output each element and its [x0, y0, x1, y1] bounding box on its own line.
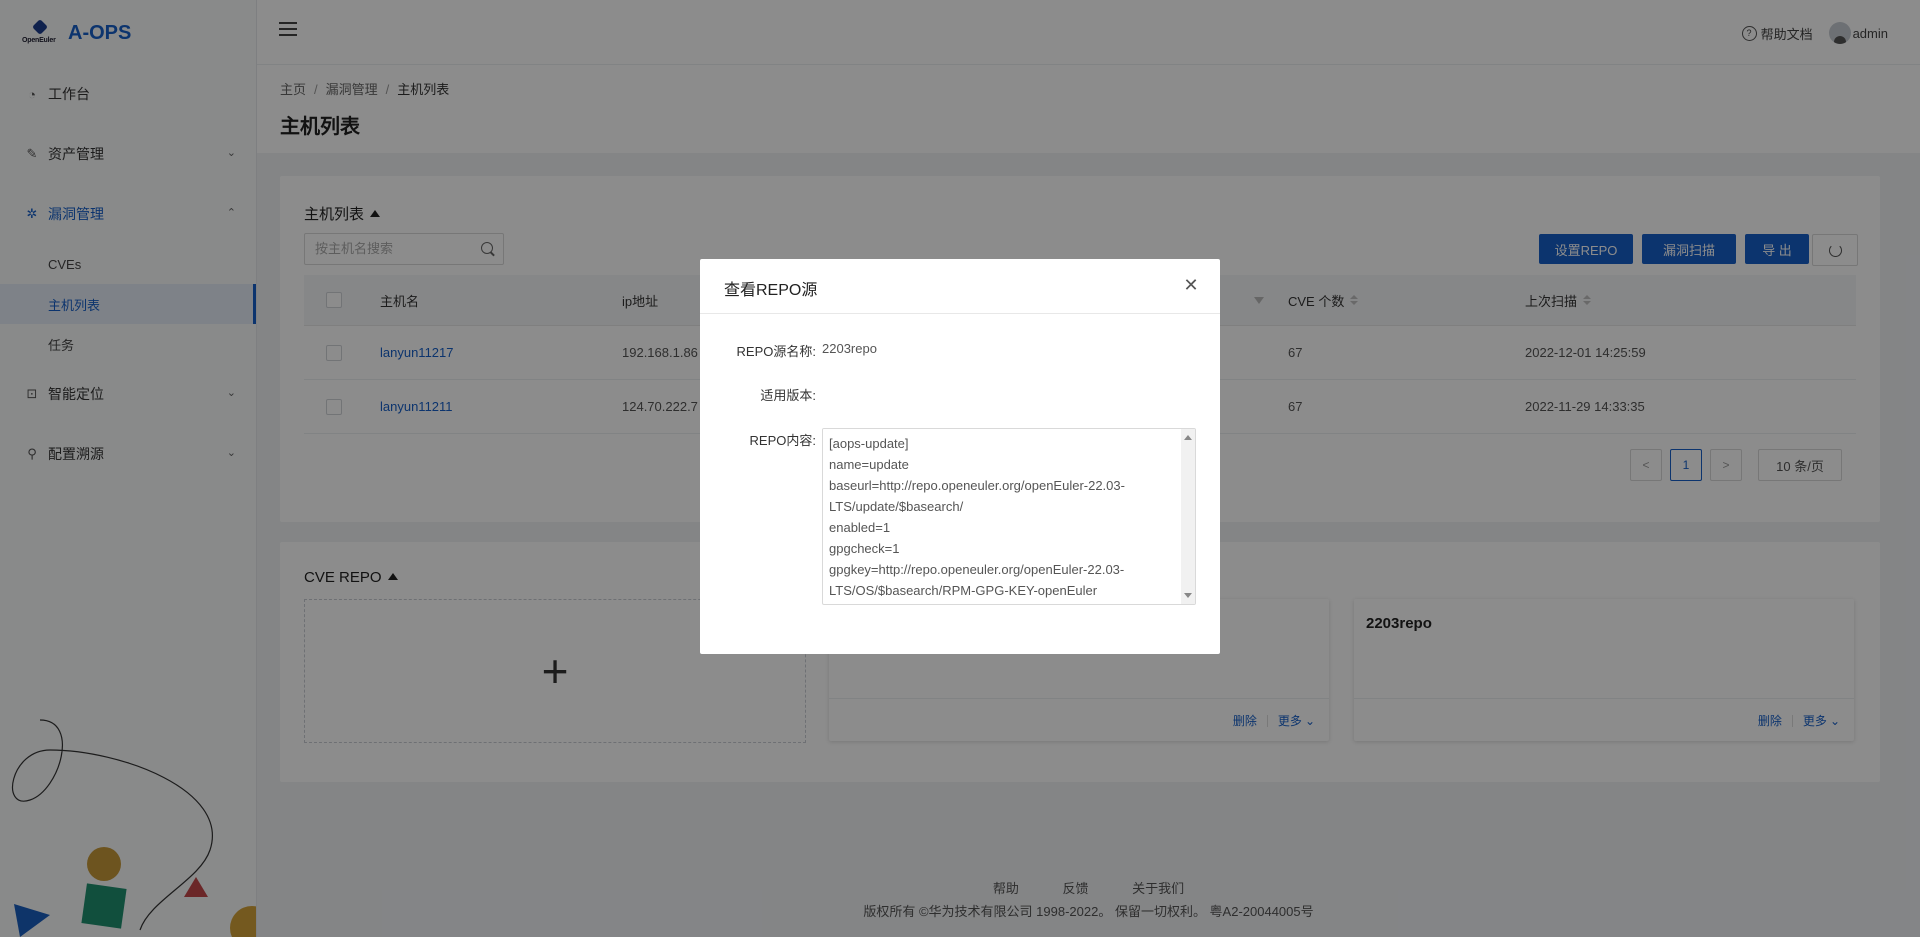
close-icon[interactable]: ✕: [1182, 275, 1200, 295]
scroll-down-icon[interactable]: [1184, 593, 1192, 598]
view-repo-modal: 查看REPO源 ✕ REPO源名称: 2203repo 适用版本: REPO内容…: [700, 259, 1220, 654]
scrollbar[interactable]: [1181, 429, 1195, 604]
scroll-up-icon[interactable]: [1184, 435, 1192, 440]
repo-content-textarea[interactable]: [aops-update] name=update baseurl=http:/…: [823, 429, 1183, 602]
repo-content-box: [aops-update] name=update baseurl=http:/…: [822, 428, 1196, 605]
modal-header: 查看REPO源 ✕: [700, 259, 1220, 314]
repo-name-value: 2203repo: [822, 341, 877, 356]
version-field: 适用版本:: [700, 385, 822, 404]
repo-name-label: REPO源名称:: [736, 344, 816, 359]
repo-name-field: REPO源名称: 2203repo: [700, 341, 877, 360]
repo-content-field: REPO内容:: [700, 430, 816, 449]
version-label: 适用版本:: [760, 388, 816, 403]
modal-title: 查看REPO源: [724, 282, 818, 299]
repo-content-label: REPO内容:: [749, 433, 816, 448]
